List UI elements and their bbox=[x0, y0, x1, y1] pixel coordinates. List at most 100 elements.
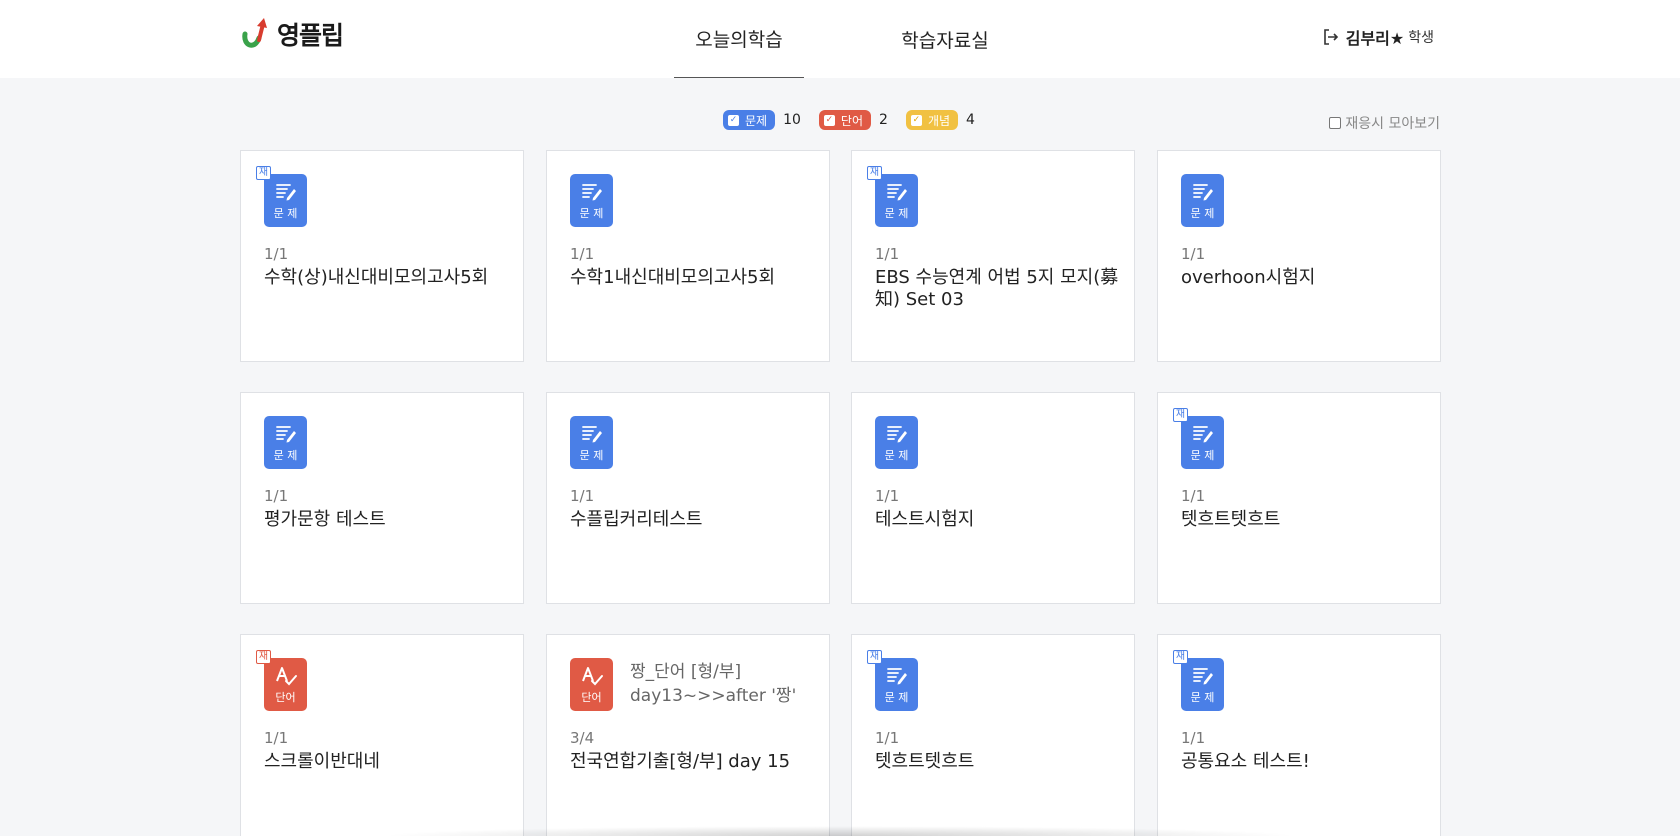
card-progress: 1/1 bbox=[875, 729, 900, 747]
card-title: 테스트시험지 bbox=[875, 509, 975, 530]
problem-type-icon: 문 제 bbox=[570, 174, 613, 227]
document-edit-icon bbox=[581, 426, 602, 443]
learning-card[interactable]: 문 제 1/1 수플립커리테스트 bbox=[546, 392, 830, 604]
document-edit-icon bbox=[886, 426, 907, 443]
card-title: 텟흐트텟흐트 bbox=[1181, 509, 1281, 530]
document-edit-icon bbox=[1192, 184, 1213, 201]
retry-badge: 재 bbox=[867, 650, 882, 664]
learning-card[interactable]: 문 제 1/1 overhoon시험지 bbox=[1157, 150, 1441, 362]
tab-label: 오늘의학습 bbox=[695, 29, 783, 51]
type-label: 문 제 bbox=[884, 691, 909, 704]
card-progress: 1/1 bbox=[570, 245, 595, 263]
card-title: 스크롤이반대네 bbox=[264, 751, 380, 772]
type-label: 문 제 bbox=[1190, 691, 1215, 704]
problem-type-icon: 문 제 bbox=[1181, 174, 1224, 227]
checkbox-checked-icon: ✓ bbox=[910, 114, 922, 126]
type-label: 문 제 bbox=[1190, 207, 1215, 220]
spelling-check-icon bbox=[581, 667, 603, 686]
learning-card[interactable]: 문 제 재 1/1 텟흐트텟흐트 bbox=[851, 634, 1135, 836]
user-role: 학생 bbox=[1408, 30, 1434, 46]
filter-chip-word[interactable]: ✓ 단어 bbox=[818, 110, 872, 130]
card-progress: 1/1 bbox=[264, 487, 289, 505]
type-label: 문 제 bbox=[579, 449, 604, 462]
word-type-icon: 단어 bbox=[264, 658, 307, 711]
learning-card[interactable]: 문 제 재 1/1 EBS 수능연계 어법 5지 모지(募知) Set 03 bbox=[851, 150, 1135, 362]
checkbox-checked-icon: ✓ bbox=[728, 114, 739, 126]
card-progress: 1/1 bbox=[264, 729, 289, 747]
retry-badge: 재 bbox=[256, 650, 271, 664]
problem-type-icon: 문 제 bbox=[875, 174, 918, 227]
card-title: EBS 수능연계 어법 5지 모지(募知) Set 03 bbox=[875, 267, 1119, 310]
checkbox-unchecked-icon[interactable] bbox=[1329, 117, 1342, 129]
learning-card[interactable]: 문 제 1/1 테스트시험지 bbox=[851, 392, 1135, 604]
tab-materials[interactable]: 학습자료실 bbox=[880, 0, 1010, 78]
app-logo[interactable]: 영플립 bbox=[239, 14, 344, 54]
type-label: 문 제 bbox=[273, 207, 298, 220]
filter-chip-problem[interactable]: ✓ 문제 bbox=[723, 110, 776, 130]
card-title: 수플립커리테스트 bbox=[570, 509, 703, 530]
document-edit-icon bbox=[275, 426, 296, 443]
type-label: 단어 bbox=[275, 691, 296, 704]
retry-badge: 재 bbox=[867, 166, 882, 180]
learning-card[interactable]: 단어 짱_단어 [형/부] day13~>>after '짱' 3/4 전국연합기출[… bbox=[546, 634, 830, 836]
retry-badge: 재 bbox=[256, 166, 271, 180]
retry-collect-toggle[interactable]: 재응시 모아보기 bbox=[1329, 113, 1440, 133]
filter-count: 4 bbox=[966, 112, 975, 128]
retry-collect-label: 재응시 모아보기 bbox=[1345, 116, 1440, 132]
word-type-icon: 단어 bbox=[570, 658, 613, 711]
document-edit-icon bbox=[581, 184, 602, 201]
card-progress: 1/1 bbox=[1181, 245, 1206, 263]
document-edit-icon bbox=[1192, 668, 1213, 685]
bottom-shadow bbox=[380, 826, 1300, 836]
filter-label: 개념 bbox=[927, 113, 951, 128]
document-edit-icon bbox=[886, 184, 907, 201]
learning-card[interactable]: 문 제 1/1 평가문항 테스트 bbox=[240, 392, 524, 604]
problem-type-icon: 문 제 bbox=[1181, 416, 1224, 469]
learning-card[interactable]: 문 제 재 1/1 텟흐트텟흐트 bbox=[1157, 392, 1441, 604]
card-title: overhoon시험지 bbox=[1181, 267, 1316, 288]
card-progress: 1/1 bbox=[1181, 729, 1206, 747]
card-title: 수학1내신대비모의고사5회 bbox=[570, 267, 776, 288]
document-edit-icon bbox=[886, 668, 907, 685]
checkbox-checked-icon: ✓ bbox=[823, 114, 835, 126]
problem-type-icon: 문 제 bbox=[570, 416, 613, 469]
learning-card[interactable]: 문 제 재 1/1 공통요소 테스트! bbox=[1157, 634, 1441, 836]
type-label: 문 제 bbox=[884, 449, 909, 462]
type-label: 문 제 bbox=[579, 207, 604, 220]
card-title: 텟흐트텟흐트 bbox=[875, 751, 975, 772]
logout-icon[interactable] bbox=[1322, 28, 1340, 46]
problem-type-icon: 문 제 bbox=[875, 658, 918, 711]
type-label: 문 제 bbox=[884, 207, 909, 220]
problem-type-icon: 문 제 bbox=[875, 416, 918, 469]
filter-count: 2 bbox=[879, 112, 888, 128]
card-title: 공통요소 테스트! bbox=[1181, 751, 1310, 772]
user-menu[interactable]: 김부리★ 학생 bbox=[1322, 25, 1434, 49]
type-label: 단어 bbox=[581, 691, 602, 704]
problem-type-icon: 문 제 bbox=[264, 416, 307, 469]
filter-label: 단어 bbox=[840, 113, 864, 128]
card-progress: 1/1 bbox=[875, 245, 900, 263]
tab-label: 학습자료실 bbox=[901, 29, 989, 52]
card-progress: 3/4 bbox=[570, 729, 595, 747]
card-subtitle: 짱_단어 [형/부] day13~>>after '짱' bbox=[630, 662, 797, 706]
card-title: 수학(상)내신대비모의고사5회 bbox=[264, 267, 489, 288]
tab-today-learning[interactable]: 오늘의학습 bbox=[674, 0, 804, 78]
filter-chip-concept[interactable]: ✓ 개념 bbox=[905, 110, 959, 130]
card-progress: 1/1 bbox=[1181, 487, 1206, 505]
learning-card[interactable]: 문 제 1/1 수학1내신대비모의고사5회 bbox=[546, 150, 830, 362]
spelling-check-icon bbox=[275, 667, 297, 686]
logo-mark-icon bbox=[242, 18, 267, 48]
problem-type-icon: 문 제 bbox=[264, 174, 307, 227]
card-title: 전국연합기출[형/부] day 15 bbox=[570, 751, 791, 772]
card-progress: 1/1 bbox=[264, 245, 289, 263]
type-filters: ✓ 문제 10 ✓ 단어 2 ✓ 개념 4 bbox=[723, 110, 993, 130]
card-progress: 1/1 bbox=[570, 487, 595, 505]
learning-card[interactable]: 단어 재 1/1 스크롤이반대네 bbox=[240, 634, 524, 836]
card-progress: 1/1 bbox=[875, 487, 900, 505]
filter-label: 문제 bbox=[745, 113, 768, 128]
user-name: 김부리★ bbox=[1345, 29, 1405, 48]
retry-badge: 재 bbox=[1173, 408, 1188, 422]
document-edit-icon bbox=[1192, 426, 1213, 443]
document-edit-icon bbox=[275, 184, 296, 201]
learning-card[interactable]: 문 제 재 1/1 수학(상)내신대비모의고사5회 bbox=[240, 150, 524, 362]
